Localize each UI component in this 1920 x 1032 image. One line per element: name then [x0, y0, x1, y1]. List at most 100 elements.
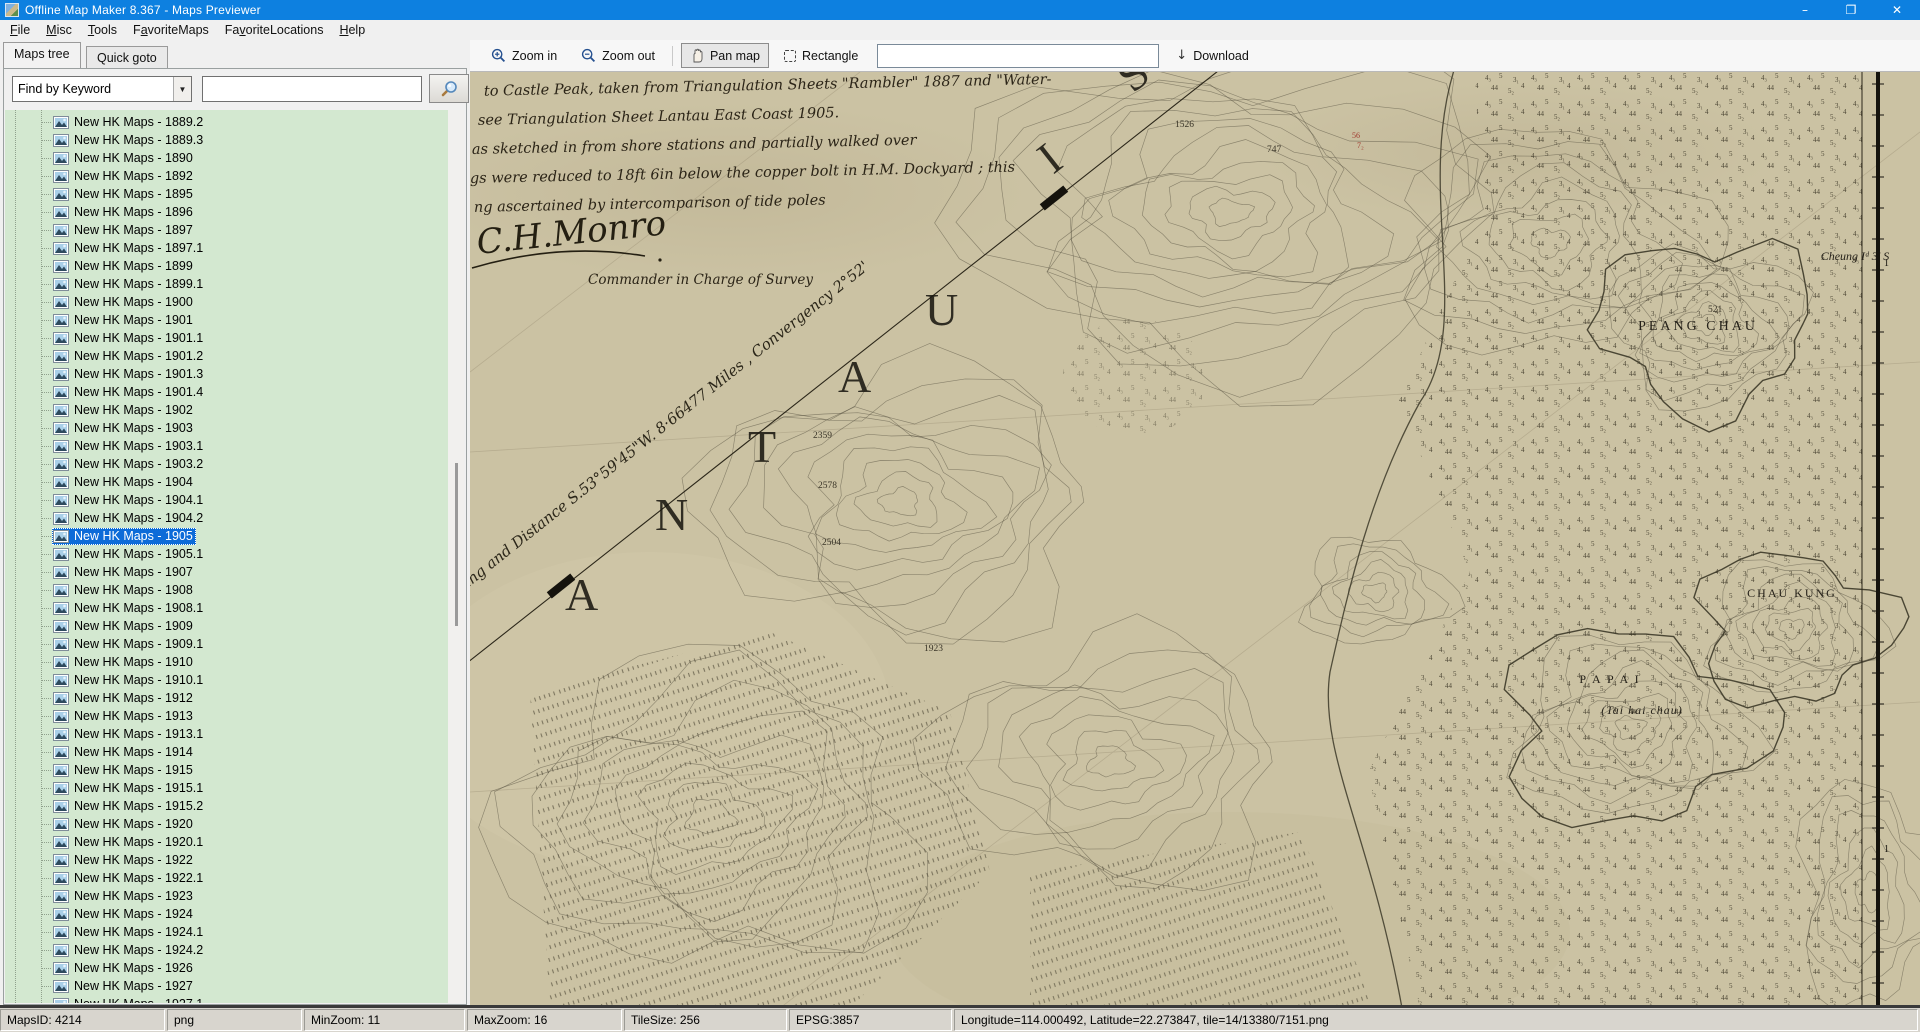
minimize-button[interactable]: – — [1782, 0, 1828, 20]
tree-item[interactable]: New HK Maps - 1890 — [41, 149, 196, 167]
tree-item-label: New HK Maps - 1901.1 — [74, 331, 203, 345]
menu-item-help[interactable]: Help — [331, 21, 373, 39]
tree-item[interactable]: New HK Maps - 1909 — [41, 617, 196, 635]
tree-item[interactable]: New HK Maps - 1903.1 — [41, 437, 206, 455]
tree-item[interactable]: New HK Maps - 1912 — [41, 689, 196, 707]
tree-item[interactable]: New HK Maps - 1901.1 — [41, 329, 206, 347]
tree-item[interactable]: New HK Maps - 1908 — [41, 581, 196, 599]
download-button[interactable]: ↓ Download — [1167, 43, 1258, 68]
tree-item[interactable]: New HK Maps - 1904 — [41, 473, 196, 491]
tree-item[interactable]: New HK Maps - 1914 — [41, 743, 196, 761]
tab-row: Maps tree Quick goto — [0, 40, 470, 68]
menu-item-favoritemaps[interactable]: FavoriteMaps — [125, 21, 217, 39]
tree-item-label: New HK Maps - 1922 — [74, 853, 193, 867]
tree-item[interactable]: New HK Maps - 1915.2 — [41, 797, 206, 815]
tree-item[interactable]: New HK Maps - 1908.1 — [41, 599, 206, 617]
status-min-zoom: MinZoom: 11 — [304, 1009, 465, 1031]
tree-item[interactable]: New HK Maps - 1910.1 — [41, 671, 206, 689]
map-preview-panel: Zoom in Zoom out Pan map Rectangle — [470, 40, 1920, 1005]
tree-item[interactable]: New HK Maps - 1902 — [41, 401, 196, 419]
tree-item[interactable]: New HK Maps - 1895 — [41, 185, 196, 203]
tab-quick-goto[interactable]: Quick goto — [86, 46, 168, 68]
rectangle-icon — [784, 50, 796, 62]
tree-item[interactable]: New HK Maps - 1915.1 — [41, 779, 206, 797]
tree-item[interactable]: New HK Maps - 1901 — [41, 311, 196, 329]
chevron-down-icon[interactable]: ▼ — [173, 77, 191, 101]
tree-guide-line — [15, 110, 16, 1003]
map-thumbnail-icon — [53, 746, 74, 759]
tree-item[interactable]: New HK Maps - 1897.1 — [41, 239, 206, 257]
tree-item[interactable]: New HK Maps - 1892 — [41, 167, 196, 185]
map-thumbnail-icon — [53, 260, 74, 273]
tree-item[interactable]: New HK Maps - 1903 — [41, 419, 196, 437]
tree-item[interactable]: New HK Maps - 1913.1 — [41, 725, 206, 743]
tree-item[interactable]: New HK Maps - 1922.1 — [41, 869, 206, 887]
tree-item[interactable]: New HK Maps - 1904.1 — [41, 491, 206, 509]
tree-item[interactable]: New HK Maps - 1922 — [41, 851, 196, 869]
tree-item[interactable]: New HK Maps - 1920 — [41, 815, 196, 833]
tree-connector — [41, 806, 51, 807]
rectangle-button[interactable]: Rectangle — [775, 44, 867, 68]
status-maps-id: MapsID: 4214 — [0, 1009, 165, 1031]
tree-connector — [41, 230, 51, 231]
tree-item-label: New HK Maps - 1889.3 — [74, 133, 203, 147]
pan-map-label: Pan map — [710, 49, 760, 63]
tree-connector — [41, 302, 51, 303]
tree-item[interactable]: New HK Maps - 1909.1 — [41, 635, 206, 653]
map-thumbnail-icon — [53, 674, 74, 687]
tree-item[interactable]: New HK Maps - 1899.1 — [41, 275, 206, 293]
zoom-out-button[interactable]: Zoom out — [572, 43, 664, 68]
tree-item[interactable]: New HK Maps - 1900 — [41, 293, 196, 311]
tree-connector — [41, 464, 51, 465]
maps-tree: New HK Maps - 1889.2 New HK Maps - 1889.3… — [5, 110, 451, 1003]
tab-maps-tree[interactable]: Maps tree — [3, 42, 81, 68]
tree-item-label: New HK Maps - 1924.2 — [74, 943, 203, 957]
close-button[interactable]: ✕ — [1874, 0, 1920, 20]
tree-item[interactable]: New HK Maps - 1927 — [41, 977, 196, 995]
tree-item[interactable]: New HK Maps - 1915 — [41, 761, 196, 779]
tree-item[interactable]: New HK Maps - 1923 — [41, 887, 196, 905]
tree-item[interactable]: New HK Maps - 1924.2 — [41, 941, 206, 959]
tree-item[interactable]: New HK Maps - 1901.3 — [41, 365, 206, 383]
tree-item[interactable]: New HK Maps - 1924 — [41, 905, 196, 923]
app-icon — [5, 3, 19, 17]
menu-item-tools[interactable]: Tools — [80, 21, 125, 39]
tree-item[interactable]: New HK Maps - 1897 — [41, 221, 196, 239]
tree-item[interactable]: New HK Maps - 1901.2 — [41, 347, 206, 365]
search-input[interactable] — [202, 76, 422, 102]
menu-item-file[interactable]: File — [2, 21, 38, 39]
tree-item[interactable]: New HK Maps - 1889.3 — [41, 131, 206, 149]
tree-item-label: New HK Maps - 1913.1 — [74, 727, 203, 741]
tree-item[interactable]: New HK Maps - 1901.4 — [41, 383, 206, 401]
menu-item-misc[interactable]: Misc — [38, 21, 80, 39]
tree-item[interactable]: New HK Maps - 1904.2 — [41, 509, 206, 527]
coordinates-input[interactable] — [877, 44, 1159, 68]
tree-item[interactable]: New HK Maps - 1910 — [41, 653, 196, 671]
tree-item[interactable]: New HK Maps - 1889.2 — [41, 113, 206, 131]
pan-map-button[interactable]: Pan map — [681, 43, 769, 68]
map-thumbnail-icon — [53, 602, 74, 615]
tree-item[interactable]: New HK Maps - 1926 — [41, 959, 196, 977]
tree-item[interactable]: New HK Maps - 1924.1 — [41, 923, 206, 941]
tree-item[interactable]: New HK Maps - 1913 — [41, 707, 196, 725]
search-button[interactable] — [429, 74, 469, 103]
tree-item[interactable]: New HK Maps - 1927.1 — [41, 995, 206, 1003]
window-title: Offline Map Maker 8.367 - Maps Previewer — [25, 3, 261, 17]
tree-item[interactable]: New HK Maps - 1920.1 — [41, 833, 206, 851]
find-mode-dropdown[interactable]: Find by Keyword ▼ — [12, 76, 192, 102]
tree-item[interactable]: New HK Maps - 1896 — [41, 203, 196, 221]
menu-item-favoritelocations[interactable]: FavoriteLocations — [217, 21, 332, 39]
restore-button[interactable]: ❐ — [1828, 0, 1874, 20]
tree-item[interactable]: New HK Maps - 1899 — [41, 257, 196, 275]
tree-item[interactable]: New HK Maps - 1907 — [41, 563, 196, 581]
tree-scrollbar[interactable] — [448, 110, 464, 1003]
map-thumbnail-icon — [53, 926, 74, 939]
map-thumbnail-icon — [53, 386, 74, 399]
status-format: png — [167, 1009, 302, 1031]
tree-item[interactable]: New HK Maps - 1903.2 — [41, 455, 206, 473]
tree-item[interactable]: New HK Maps - 1905 — [41, 527, 196, 545]
tree-scrollbar-thumb[interactable] — [455, 463, 458, 626]
tree-item[interactable]: New HK Maps - 1905.1 — [41, 545, 206, 563]
zoom-in-button[interactable]: Zoom in — [482, 43, 566, 68]
map-view[interactable]: 4₃5 3₁44 5₂4 — [470, 72, 1920, 1005]
